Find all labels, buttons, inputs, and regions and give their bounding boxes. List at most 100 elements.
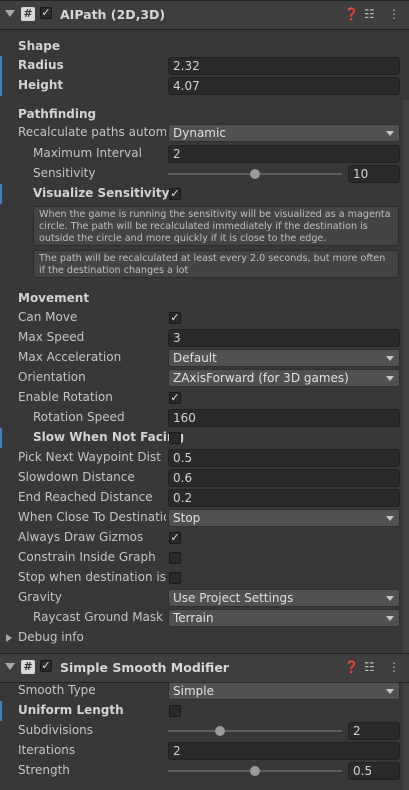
max-interval-field[interactable]: 2 bbox=[168, 145, 400, 163]
gravity-dropdown[interactable]: Use Project Settings bbox=[168, 589, 400, 607]
max-accel-value: Default bbox=[173, 351, 217, 365]
max-accel-dropdown[interactable]: Default bbox=[168, 349, 400, 367]
strength-label: Strength bbox=[18, 763, 70, 777]
slowdown-field[interactable]: 0.6 bbox=[168, 469, 400, 487]
smooth-type-dropdown[interactable]: Simple bbox=[168, 682, 400, 700]
height-label: Height bbox=[18, 78, 64, 92]
subdivisions-slider-thumb[interactable] bbox=[215, 726, 226, 736]
gravity-row: Gravity Use Project Settings bbox=[0, 588, 409, 608]
chevron-down-icon bbox=[386, 596, 394, 601]
raycast-label: Raycast Ground Mask bbox=[33, 610, 164, 624]
more-options-icon[interactable]: ⋮ bbox=[388, 7, 400, 21]
smooth-title: Simple Smooth Modifier bbox=[60, 660, 229, 675]
iterations-label: Iterations bbox=[18, 743, 76, 757]
sensitivity-help-box: When the game is running the sensitivity… bbox=[33, 206, 399, 246]
uniform-length-checkbox[interactable] bbox=[169, 705, 181, 717]
max-interval-label: Maximum Interval bbox=[33, 146, 142, 160]
more-options-icon[interactable]: ⋮ bbox=[388, 660, 400, 674]
orientation-row: Orientation ZAxisForward (for 3D games) bbox=[0, 368, 409, 388]
help-icon[interactable]: ❓ bbox=[344, 660, 359, 674]
aipath-title: AIPath (2D,3D) bbox=[60, 7, 166, 22]
interval-help-box: The path will be recalculated at least e… bbox=[33, 250, 399, 278]
gravity-label: Gravity bbox=[18, 590, 62, 604]
strength-row: Strength 0.5 bbox=[0, 761, 409, 781]
foldout-arrow-icon[interactable] bbox=[5, 663, 15, 670]
chevron-down-icon bbox=[386, 516, 394, 521]
when-close-label: When Close To Destinatio bbox=[18, 510, 166, 524]
iterations-field[interactable]: 2 bbox=[168, 742, 400, 760]
sensitivity-field[interactable]: 10 bbox=[348, 165, 400, 183]
recalc-label: Recalculate paths automat bbox=[18, 125, 166, 139]
visualize-label: Visualize Sensitivity bbox=[33, 186, 170, 200]
raycast-dropdown[interactable]: Terrain bbox=[168, 609, 400, 627]
presets-icon[interactable]: ☷ bbox=[364, 7, 375, 21]
shape-section-title: Shape bbox=[18, 39, 61, 53]
always-draw-checkbox[interactable]: ✓ bbox=[169, 532, 181, 544]
script-icon: # bbox=[21, 660, 35, 674]
foldout-arrow-icon[interactable] bbox=[5, 10, 15, 17]
movement-section-title: Movement bbox=[18, 291, 90, 305]
subdivisions-row: Subdivisions 2 bbox=[0, 721, 409, 741]
chevron-down-icon bbox=[386, 131, 394, 136]
pick-next-row: Pick Next Waypoint Dist 0.5 bbox=[0, 448, 409, 468]
radius-label: Radius bbox=[18, 58, 64, 72]
constrain-label: Constrain Inside Graph bbox=[18, 550, 156, 564]
rotation-speed-row: Rotation Speed 160 bbox=[0, 408, 409, 428]
strength-slider-thumb[interactable] bbox=[250, 766, 260, 776]
max-interval-row: Maximum Interval 2 bbox=[0, 144, 409, 164]
debug-info-foldout[interactable]: Debug info bbox=[0, 628, 409, 648]
orientation-value: ZAxisForward (for 3D games) bbox=[173, 371, 349, 385]
height-field[interactable]: 4.07 bbox=[168, 77, 400, 95]
smooth-type-label: Smooth Type bbox=[18, 683, 96, 697]
subdivisions-field[interactable]: 2 bbox=[348, 722, 400, 740]
aipath-enable-checkbox[interactable]: ✓ bbox=[40, 7, 52, 19]
end-reached-row: End Reached Distance 0.2 bbox=[0, 488, 409, 508]
sensitivity-slider-thumb[interactable] bbox=[250, 169, 260, 179]
recalc-dropdown[interactable]: Dynamic bbox=[168, 124, 400, 142]
max-speed-row: Max Speed 3 bbox=[0, 328, 409, 348]
max-speed-field[interactable]: 3 bbox=[168, 329, 400, 347]
presets-icon[interactable]: ☷ bbox=[364, 660, 375, 674]
raycast-row: Raycast Ground Mask Terrain bbox=[0, 608, 409, 628]
subdivisions-slider-track[interactable] bbox=[168, 730, 342, 732]
orientation-dropdown[interactable]: ZAxisForward (for 3D games) bbox=[168, 369, 400, 387]
gravity-value: Use Project Settings bbox=[173, 591, 294, 605]
strength-field[interactable]: 0.5 bbox=[348, 762, 400, 780]
orientation-label: Orientation bbox=[18, 370, 86, 384]
slowdown-row: Slowdown Distance 0.6 bbox=[0, 468, 409, 488]
chevron-down-icon bbox=[386, 376, 394, 381]
pathfinding-section-title: Pathfinding bbox=[18, 107, 97, 121]
can-move-label: Can Move bbox=[18, 310, 78, 324]
uniform-length-label: Uniform Length bbox=[18, 703, 124, 717]
can-move-checkbox[interactable]: ✓ bbox=[169, 312, 181, 324]
chevron-down-icon bbox=[386, 689, 394, 694]
smooth-enable-checkbox[interactable]: ✓ bbox=[40, 660, 52, 672]
always-draw-row: Always Draw Gizmos ✓ bbox=[0, 528, 409, 548]
smooth-type-row: Smooth Type Simple bbox=[0, 681, 409, 701]
constrain-checkbox[interactable] bbox=[169, 552, 181, 564]
chevron-down-icon bbox=[386, 616, 394, 621]
max-speed-label: Max Speed bbox=[18, 330, 85, 344]
uniform-length-row: Uniform Length bbox=[0, 701, 409, 721]
stop-when-checkbox[interactable] bbox=[169, 572, 181, 584]
sensitivity-row: Sensitivity 10 bbox=[0, 164, 409, 184]
rotation-speed-label: Rotation Speed bbox=[33, 410, 125, 424]
recalc-value: Dynamic bbox=[173, 126, 226, 140]
rotation-speed-field[interactable]: 160 bbox=[168, 409, 400, 427]
pick-next-field[interactable]: 0.5 bbox=[168, 449, 400, 467]
height-row: Height 4.07 bbox=[0, 76, 409, 96]
pick-next-label: Pick Next Waypoint Dist bbox=[18, 450, 161, 464]
script-icon: # bbox=[21, 7, 35, 21]
smooth-component-header[interactable]: # ✓ Simple Smooth Modifier ❓ ☷ ⋮ bbox=[0, 653, 409, 683]
foldout-arrow-icon[interactable] bbox=[6, 634, 12, 642]
slow-when-checkbox[interactable] bbox=[169, 432, 181, 444]
radius-field[interactable]: 2.32 bbox=[168, 57, 400, 75]
end-reached-field[interactable]: 0.2 bbox=[168, 489, 400, 507]
when-close-row: When Close To Destinatio Stop bbox=[0, 508, 409, 528]
when-close-dropdown[interactable]: Stop bbox=[168, 509, 400, 527]
visualize-checkbox[interactable]: ✓ bbox=[169, 188, 181, 200]
can-move-row: Can Move ✓ bbox=[0, 308, 409, 328]
enable-rotation-checkbox[interactable]: ✓ bbox=[169, 392, 181, 404]
help-icon[interactable]: ❓ bbox=[344, 7, 359, 21]
aipath-component-header[interactable]: # ✓ AIPath (2D,3D) ❓ ☷ ⋮ bbox=[0, 0, 409, 30]
